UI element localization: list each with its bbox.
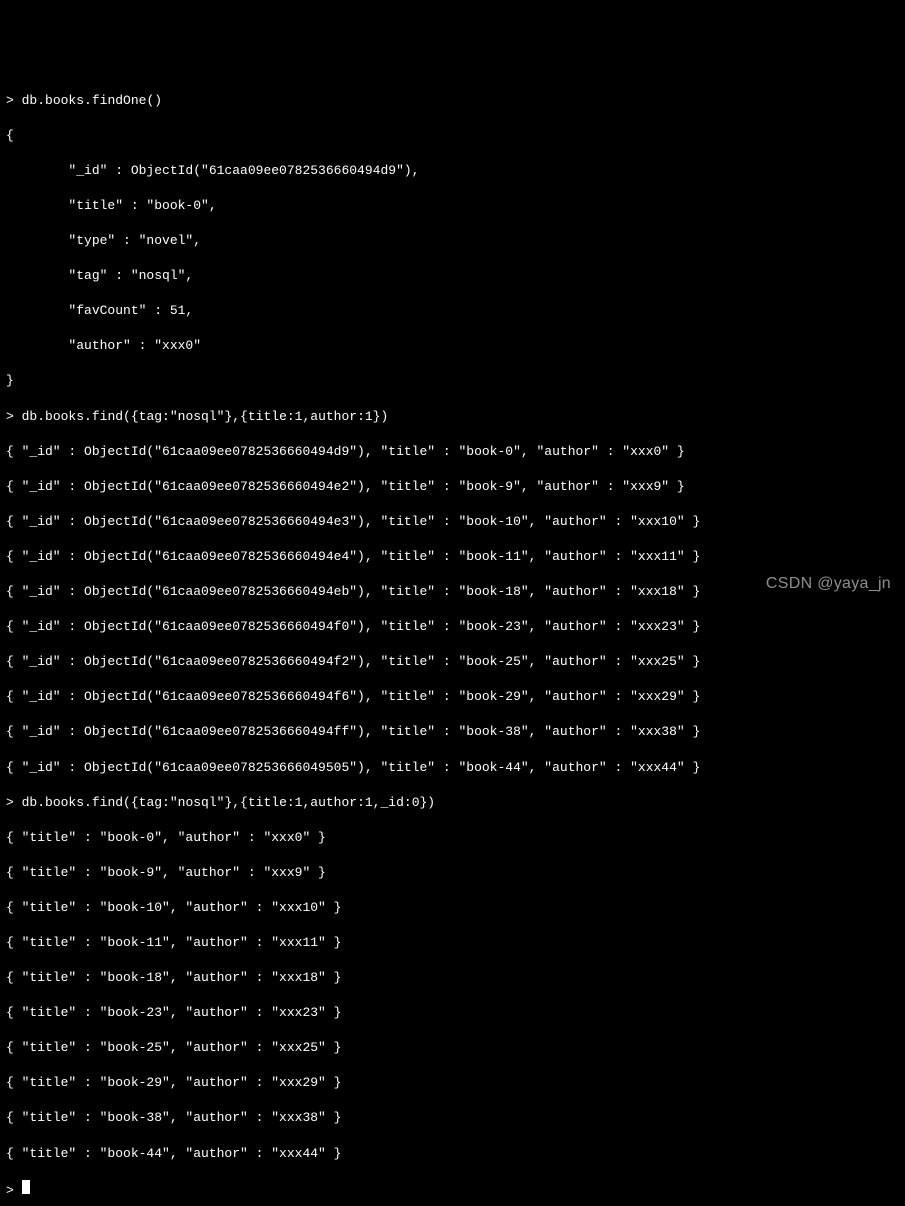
output-line: { "title" : "book-9", "author" : "xxx9" … [6, 864, 899, 882]
output-line: { "_id" : ObjectId("61caa09ee07825366604… [6, 513, 899, 531]
output-line: "author" : "xxx0" [6, 337, 899, 355]
output-line: { "_id" : ObjectId("61caa09ee07825366604… [6, 759, 899, 777]
output-line: { [6, 127, 899, 145]
output-line: { "_id" : ObjectId("61caa09ee07825366604… [6, 583, 899, 601]
output-line: "tag" : "nosql", [6, 267, 899, 285]
command-text: db.books.find({tag:"nosql"},{title:1,aut… [22, 409, 389, 424]
output-line: { "_id" : ObjectId("61caa09ee07825366604… [6, 443, 899, 461]
output-line: { "title" : "book-23", "author" : "xxx23… [6, 1004, 899, 1022]
cursor-icon [22, 1180, 30, 1194]
command-text: db.books.findOne() [22, 93, 162, 108]
output-line: "type" : "novel", [6, 232, 899, 250]
output-line: { "_id" : ObjectId("61caa09ee07825366604… [6, 548, 899, 566]
output-line: { "_id" : ObjectId("61caa09ee07825366604… [6, 478, 899, 496]
output-line: } [6, 372, 899, 390]
command-text: db.books.find({tag:"nosql"},{title:1,aut… [22, 795, 435, 810]
prompt-char: > [6, 795, 14, 810]
output-line: "favCount" : 51, [6, 302, 899, 320]
output-line: { "title" : "book-25", "author" : "xxx25… [6, 1039, 899, 1057]
output-line: { "_id" : ObjectId("61caa09ee07825366604… [6, 723, 899, 741]
output-line: { "_id" : ObjectId("61caa09ee07825366604… [6, 618, 899, 636]
output-line: { "_id" : ObjectId("61caa09ee07825366604… [6, 688, 899, 706]
prompt-line-current[interactable]: > [6, 1180, 899, 1200]
output-line: { "title" : "book-29", "author" : "xxx29… [6, 1074, 899, 1092]
output-line: { "title" : "book-44", "author" : "xxx44… [6, 1145, 899, 1163]
output-line: { "title" : "book-10", "author" : "xxx10… [6, 899, 899, 917]
prompt-line-2: > db.books.find({tag:"nosql"},{title:1,a… [6, 408, 899, 426]
output-line: { "_id" : ObjectId("61caa09ee07825366604… [6, 653, 899, 671]
prompt-line-3: > db.books.find({tag:"nosql"},{title:1,a… [6, 794, 899, 812]
prompt-char: > [6, 93, 14, 108]
prompt-line-1: > db.books.findOne() [6, 92, 899, 110]
output-line: { "title" : "book-11", "author" : "xxx11… [6, 934, 899, 952]
output-line: "title" : "book-0", [6, 197, 899, 215]
output-line: { "title" : "book-18", "author" : "xxx18… [6, 969, 899, 987]
prompt-char: > [6, 1183, 14, 1198]
terminal[interactable]: > db.books.findOne() { "_id" : ObjectId(… [6, 74, 899, 1206]
output-line: { "title" : "book-0", "author" : "xxx0" … [6, 829, 899, 847]
output-line: { "title" : "book-38", "author" : "xxx38… [6, 1109, 899, 1127]
prompt-char: > [6, 409, 14, 424]
output-line: "_id" : ObjectId("61caa09ee0782536660494… [6, 162, 899, 180]
